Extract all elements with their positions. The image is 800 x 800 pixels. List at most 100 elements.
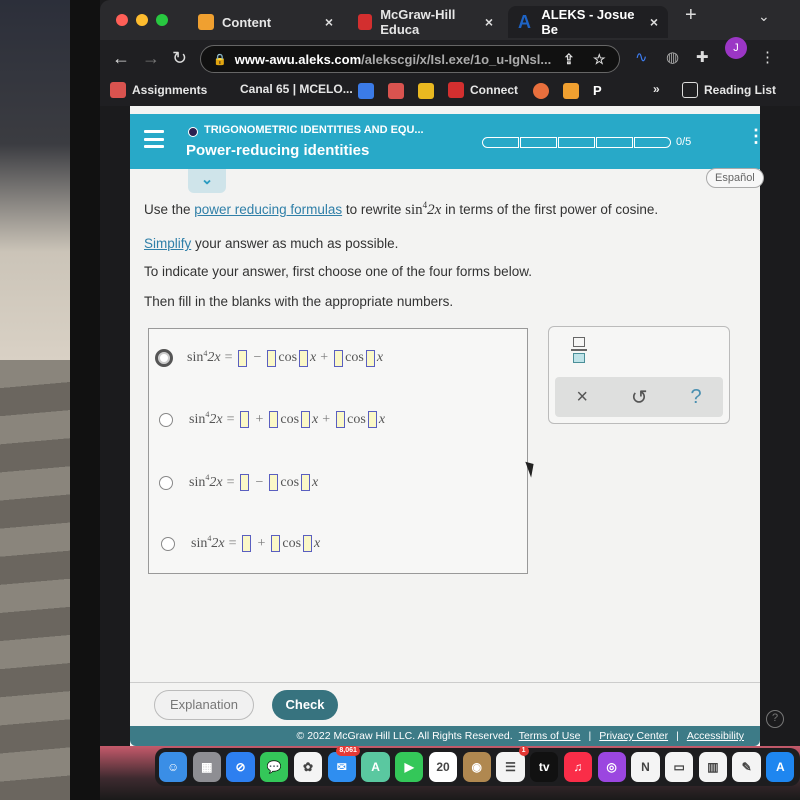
maximize-window-button[interactable] <box>156 14 168 26</box>
argument: 2x <box>209 411 223 427</box>
multiplier-blank-input[interactable] <box>301 474 311 491</box>
cos-label: cos <box>282 535 302 551</box>
profile-avatar[interactable]: J <box>725 37 747 59</box>
option-radio[interactable] <box>155 349 173 367</box>
option-radio[interactable] <box>159 475 173 490</box>
tab-content[interactable]: Content × <box>188 6 343 38</box>
close-tab-icon[interactable]: × <box>650 14 658 30</box>
bookmark-assignments[interactable]: Assignments <box>110 82 207 98</box>
address-bar[interactable]: 🔒 www-awu.aleks.com/alekscgi/x/Isl.exe/1… <box>200 45 620 73</box>
more-options-icon[interactable]: ⋮ <box>747 126 765 147</box>
help-button[interactable]: ? <box>690 386 701 409</box>
dock-app-store-icon[interactable]: A <box>766 752 795 782</box>
answer-option[interactable]: sin 4 2x = − cos x <box>159 473 318 491</box>
check-button[interactable]: Check <box>272 690 338 720</box>
close-window-button[interactable] <box>116 14 128 26</box>
dock-photos-icon[interactable]: ✿ <box>293 752 323 782</box>
answer-option[interactable]: sin 4 2x = + cos x <box>161 534 320 552</box>
constant-blank-input[interactable] <box>238 349 248 367</box>
pencil-bookmark-icon[interactable] <box>563 83 579 99</box>
dock-mail-icon[interactable]: ✉ 8,061 <box>327 746 360 782</box>
exponent: 4 <box>205 473 210 482</box>
minimize-window-button[interactable] <box>136 14 148 26</box>
dock-podcasts-icon[interactable]: ◎ <box>597 752 626 782</box>
answer-option[interactable]: sin 4 2x = − cos x + cos x <box>155 349 383 367</box>
espanol-button[interactable]: Español <box>706 168 764 188</box>
lock-icon: 🔒 <box>213 53 227 66</box>
canvas-bookmark-icon[interactable] <box>388 83 404 99</box>
privacy-center-link[interactable]: Privacy Center <box>599 730 668 742</box>
multiplier-blank-input[interactable] <box>365 349 375 367</box>
menu-hamburger-icon[interactable] <box>144 130 164 148</box>
undo-button[interactable]: ↺ <box>631 385 648 410</box>
dock-maps-icon[interactable]: A <box>361 752 390 782</box>
dock-launchpad-icon[interactable]: ▦ <box>192 752 221 782</box>
explanation-button[interactable]: Explanation <box>154 690 254 720</box>
dock-numbers-icon[interactable]: ▥ <box>698 752 727 782</box>
bookmark-connect[interactable]: Connect <box>448 82 518 98</box>
dock-keynote-icon[interactable]: ▭ <box>665 752 694 782</box>
constant-blank-input[interactable] <box>242 535 252 552</box>
multiplier-blank-input[interactable] <box>299 349 309 367</box>
coefficient-blank-input[interactable] <box>336 411 346 428</box>
dock-finder-icon[interactable]: ☺ <box>159 752 188 782</box>
dock-pages-icon[interactable]: ✎ <box>732 752 761 782</box>
coefficient-blank-input[interactable] <box>269 411 279 428</box>
forward-button[interactable]: → <box>142 48 160 69</box>
terms-of-use-link[interactable]: Terms of Use <box>519 730 581 742</box>
sin-label: sin <box>191 535 208 551</box>
dock-calendar-icon[interactable]: 20 <box>428 752 458 782</box>
dock-facetime-icon[interactable]: ▶ <box>395 752 424 782</box>
dock-reminders-icon[interactable]: ☰ 1 <box>496 746 529 782</box>
option-radio[interactable] <box>159 412 173 427</box>
cos-label: cos <box>280 474 300 490</box>
bookmarks-overflow-button[interactable]: » <box>653 82 660 96</box>
operator: + <box>322 411 331 427</box>
constant-blank-input[interactable] <box>240 474 250 491</box>
multiplier-blank-input[interactable] <box>303 535 313 552</box>
pi-bookmark-icon[interactable]: P <box>593 83 609 99</box>
dock-messages-icon[interactable]: 💬 <box>260 752 289 782</box>
search-bookmark-icon[interactable] <box>533 83 549 99</box>
share-icon[interactable]: ⇪ <box>563 51 575 68</box>
coefficient-blank-input[interactable] <box>267 349 277 367</box>
constant-blank-input[interactable] <box>240 411 250 428</box>
tab-search-button[interactable]: ⌄ <box>758 8 770 25</box>
fraction-button[interactable] <box>571 337 587 367</box>
dock-tv-icon[interactable]: tv <box>530 752 559 782</box>
math-tool-panel: × ↺ ? <box>548 326 730 424</box>
puzzle-extensions-icon[interactable]: ✚ <box>696 48 709 66</box>
answer-option[interactable]: sin 4 2x = + cos x + cos x <box>159 410 385 428</box>
multiplier-blank-input[interactable] <box>301 411 311 428</box>
collapse-header-button[interactable]: ⌄ <box>188 169 226 193</box>
coefficient-blank-input[interactable] <box>269 474 279 491</box>
dock-contacts-icon[interactable]: ◉ <box>462 752 491 782</box>
reading-list-button[interactable]: Reading List <box>682 82 776 98</box>
multiplier-blank-input[interactable] <box>367 411 377 428</box>
help-circle-icon[interactable]: ? <box>766 710 784 728</box>
simplify-link[interactable]: Simplify <box>144 236 191 251</box>
google-docs-icon[interactable] <box>358 83 374 99</box>
google-classroom-icon[interactable] <box>418 83 434 99</box>
extension-icon[interactable]: ◍ <box>666 48 679 66</box>
audio-extension-icon[interactable]: ∿ <box>635 48 648 66</box>
option-radio[interactable] <box>161 536 175 551</box>
reload-button[interactable]: ↻ <box>172 48 187 69</box>
tab-aleks[interactable]: A ALEKS - Josue Be × <box>508 6 668 38</box>
dock-news-icon[interactable]: N <box>631 752 660 782</box>
power-reducing-formulas-link[interactable]: power reducing formulas <box>194 202 342 217</box>
new-tab-button[interactable]: + <box>685 4 697 27</box>
browser-menu-icon[interactable]: ⋮ <box>760 48 775 66</box>
clear-button[interactable]: × <box>576 386 588 409</box>
coefficient-blank-input[interactable] <box>271 535 281 552</box>
dock-music-icon[interactable]: ♫ <box>563 752 593 782</box>
close-tab-icon[interactable]: × <box>325 14 333 30</box>
back-button[interactable]: ← <box>112 48 130 69</box>
accessibility-link[interactable]: Accessibility <box>687 730 744 742</box>
bookmark-star-icon[interactable]: ☆ <box>593 51 606 68</box>
tab-mcgraw-hill[interactable]: McGraw-Hill Educa × <box>348 6 503 38</box>
bookmark-canal-65[interactable]: Canal 65 | MCELO... <box>240 82 353 96</box>
close-tab-icon[interactable]: × <box>485 14 493 30</box>
coefficient-blank-input[interactable] <box>334 349 344 367</box>
dock-safari-icon[interactable]: ⊘ <box>226 752 255 782</box>
